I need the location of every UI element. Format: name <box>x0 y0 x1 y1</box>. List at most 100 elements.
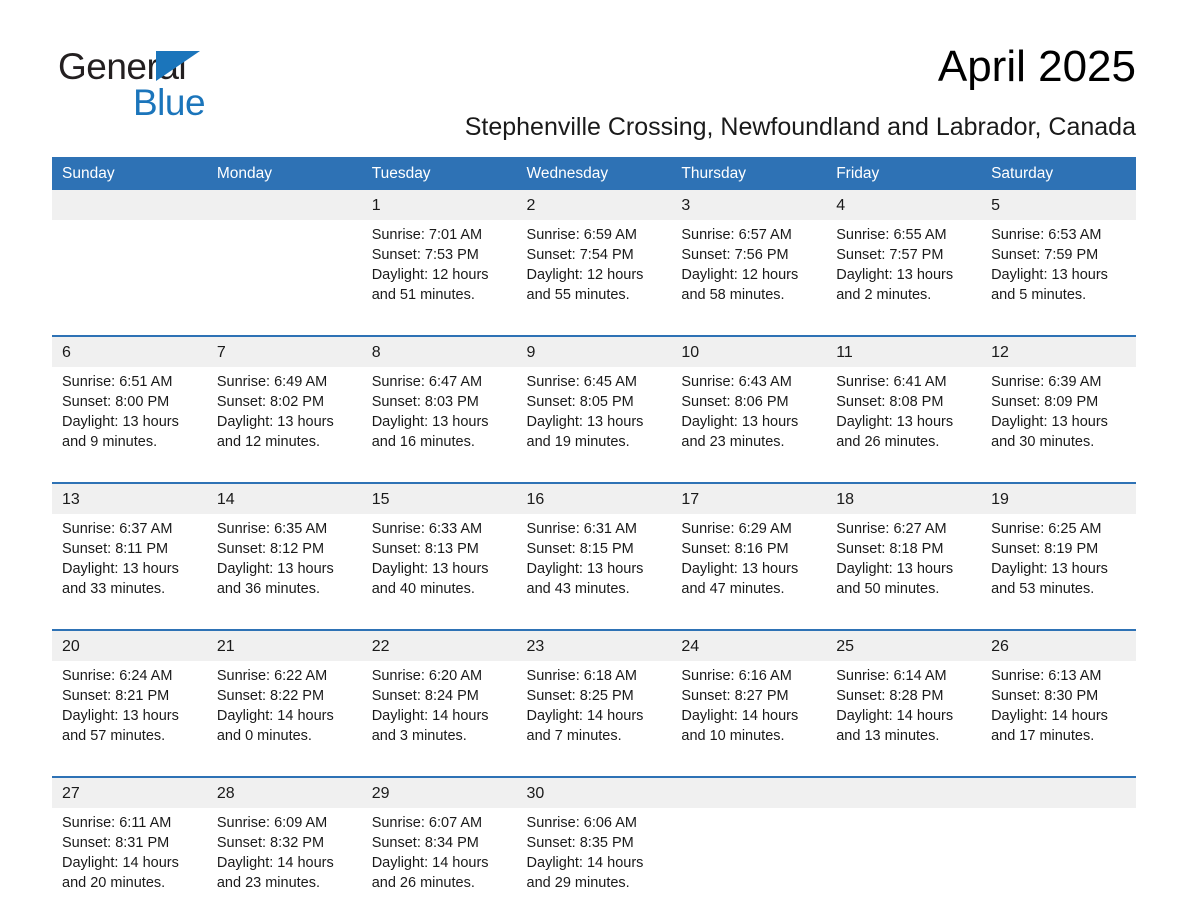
day-number[interactable]: 20 <box>52 629 207 661</box>
day-number[interactable]: 16 <box>516 482 672 514</box>
daylight-text-line2: and 2 minutes. <box>836 287 932 303</box>
day-number[interactable]: 4 <box>826 190 982 220</box>
day-cell[interactable]: Sunrise: 6:20 AM Sunset: 8:24 PM Daylight:… <box>361 661 517 777</box>
daylight-text-line1: Daylight: 13 hours <box>62 561 179 577</box>
day-number[interactable]: 26 <box>981 629 1136 661</box>
sunrise-text: Sunrise: 6:09 AM <box>216 815 328 831</box>
day-cell[interactable]: Sunrise: 6:55 AM Sunset: 7:57 PM Daylight:… <box>826 220 982 336</box>
day-cell[interactable]: Sunrise: 6:25 AM Sunset: 8:19 PM Daylight:… <box>981 514 1136 630</box>
daylight-text-line2: and 19 minutes. <box>526 434 630 450</box>
daylight-text-line1: Daylight: 13 hours <box>836 414 954 430</box>
day-cell-empty <box>826 808 982 923</box>
calendar-page: General Blue April 2025 Stephenville Cro… <box>0 0 1188 923</box>
daylight-text-line1: Daylight: 12 hours <box>371 267 489 283</box>
calendar-body: 1 2 3 4 5 Sunrise: 7:01 AM Sunset: 7:53 PM Dayl… <box>52 190 1136 923</box>
day-number[interactable]: 8 <box>361 335 517 367</box>
day-cell[interactable]: Sunrise: 6:09 AM Sunset: 8:32 PM Daylight:… <box>206 808 362 923</box>
day-cell[interactable]: Sunrise: 6:53 AM Sunset: 7:59 PM Daylight:… <box>981 220 1136 336</box>
sunset-text: Sunset: 8:08 PM <box>836 394 944 410</box>
day-cell[interactable]: Sunrise: 6:13 AM Sunset: 8:30 PM Daylight:… <box>981 661 1136 777</box>
day-number[interactable]: 2 <box>516 190 672 220</box>
day-number[interactable]: 3 <box>671 190 827 220</box>
day-number[interactable]: 1 <box>361 190 517 220</box>
day-number[interactable]: 12 <box>981 335 1136 367</box>
day-cell[interactable]: Sunrise: 6:18 AM Sunset: 8:25 PM Daylight:… <box>516 661 672 777</box>
daylight-text-line2: and 7 minutes. <box>526 728 622 744</box>
sunrise-text: Sunrise: 6:24 AM <box>62 668 173 684</box>
day-cell[interactable]: Sunrise: 6:06 AM Sunset: 8:35 PM Daylight:… <box>516 808 672 923</box>
daylight-text-line1: Daylight: 13 hours <box>371 561 489 577</box>
daylight-text-line1: Daylight: 12 hours <box>681 267 799 283</box>
day-cell[interactable]: Sunrise: 6:33 AM Sunset: 8:13 PM Daylight:… <box>361 514 517 630</box>
day-cell[interactable]: Sunrise: 6:35 AM Sunset: 8:12 PM Daylight:… <box>206 514 362 630</box>
day-number[interactable]: 15 <box>361 482 517 514</box>
day-cell[interactable]: Sunrise: 6:37 AM Sunset: 8:11 PM Daylight:… <box>52 514 207 630</box>
day-number-empty <box>52 190 207 220</box>
location-subtitle: Stephenville Crossing, Newfoundland and … <box>464 113 1136 141</box>
daylight-text-line1: Daylight: 14 hours <box>991 708 1108 724</box>
week-date-row: 20 21 22 23 24 25 26 <box>52 629 1136 661</box>
day-number[interactable]: 5 <box>981 190 1136 220</box>
sunset-text: Sunset: 8:27 PM <box>681 688 789 704</box>
day-cell[interactable]: Sunrise: 6:57 AM Sunset: 7:56 PM Daylight:… <box>671 220 827 336</box>
sunset-text: Sunset: 8:11 PM <box>62 541 169 557</box>
day-cell[interactable]: Sunrise: 6:31 AM Sunset: 8:15 PM Daylight:… <box>516 514 672 630</box>
sunset-text: Sunset: 8:13 PM <box>371 541 479 557</box>
daylight-text-line2: and 50 minutes. <box>836 581 940 597</box>
day-number[interactable]: 23 <box>516 629 672 661</box>
day-cell[interactable]: Sunrise: 6:22 AM Sunset: 8:22 PM Daylight:… <box>206 661 362 777</box>
day-cell[interactable]: Sunrise: 6:24 AM Sunset: 8:21 PM Daylight:… <box>52 661 207 777</box>
daylight-text-line2: and 58 minutes. <box>681 287 785 303</box>
day-number[interactable]: 13 <box>52 482 207 514</box>
day-cell[interactable]: Sunrise: 6:43 AM Sunset: 8:06 PM Daylight:… <box>671 367 827 483</box>
daylight-text-line2: and 0 minutes. <box>216 728 312 744</box>
day-cell[interactable]: Sunrise: 6:27 AM Sunset: 8:18 PM Daylight:… <box>826 514 982 630</box>
daylight-text-line1: Daylight: 13 hours <box>62 414 179 430</box>
day-number[interactable]: 24 <box>671 629 827 661</box>
daylight-text-line2: and 43 minutes. <box>526 581 630 597</box>
daylight-text-line2: and 13 minutes. <box>836 728 940 744</box>
day-cell[interactable]: Sunrise: 6:07 AM Sunset: 8:34 PM Daylight:… <box>361 808 517 923</box>
daylight-text-line2: and 40 minutes. <box>371 581 475 597</box>
sunset-text: Sunset: 7:53 PM <box>371 247 479 263</box>
day-number[interactable]: 27 <box>52 776 207 808</box>
day-number[interactable]: 11 <box>826 335 982 367</box>
day-number[interactable]: 19 <box>981 482 1136 514</box>
day-number[interactable]: 28 <box>206 776 362 808</box>
day-cell[interactable]: Sunrise: 6:45 AM Sunset: 8:05 PM Daylight:… <box>516 367 672 483</box>
day-number[interactable]: 10 <box>671 335 827 367</box>
week-detail-row: Sunrise: 6:24 AM Sunset: 8:21 PM Daylight:… <box>52 661 1136 777</box>
sunset-text: Sunset: 7:54 PM <box>526 247 634 263</box>
day-number[interactable]: 14 <box>206 482 362 514</box>
sunrise-text: Sunrise: 6:13 AM <box>991 668 1102 684</box>
day-number[interactable]: 17 <box>671 482 827 514</box>
sunrise-text: Sunrise: 6:51 AM <box>62 374 173 390</box>
day-cell[interactable]: Sunrise: 6:59 AM Sunset: 7:54 PM Daylight:… <box>516 220 672 336</box>
day-cell[interactable]: Sunrise: 6:47 AM Sunset: 8:03 PM Daylight:… <box>361 367 517 483</box>
day-cell[interactable]: Sunrise: 6:14 AM Sunset: 8:28 PM Daylight:… <box>826 661 982 777</box>
day-number[interactable]: 7 <box>206 335 362 367</box>
sunrise-text: Sunrise: 6:18 AM <box>526 668 637 684</box>
day-cell[interactable]: Sunrise: 6:49 AM Sunset: 8:02 PM Daylight:… <box>206 367 362 483</box>
day-cell[interactable]: Sunrise: 6:51 AM Sunset: 8:00 PM Daylight:… <box>52 367 207 483</box>
day-number[interactable]: 25 <box>826 629 982 661</box>
day-cell[interactable]: Sunrise: 6:16 AM Sunset: 8:27 PM Daylight:… <box>671 661 827 777</box>
day-number[interactable]: 30 <box>516 776 672 808</box>
day-number[interactable]: 18 <box>826 482 982 514</box>
sunrise-text: Sunrise: 6:53 AM <box>991 227 1102 243</box>
sunrise-text: Sunrise: 6:31 AM <box>526 521 637 537</box>
day-number[interactable]: 29 <box>361 776 517 808</box>
sunrise-text: Sunrise: 6:16 AM <box>681 668 792 684</box>
day-number[interactable]: 22 <box>361 629 517 661</box>
day-cell[interactable]: Sunrise: 6:11 AM Sunset: 8:31 PM Daylight:… <box>52 808 207 923</box>
day-number[interactable]: 21 <box>206 629 362 661</box>
weekday-header-tuesday: Tuesday <box>361 157 517 190</box>
day-number[interactable]: 9 <box>516 335 672 367</box>
day-cell[interactable]: Sunrise: 6:39 AM Sunset: 8:09 PM Daylight:… <box>981 367 1136 483</box>
sunset-text: Sunset: 8:24 PM <box>371 688 479 704</box>
day-cell[interactable]: Sunrise: 7:01 AM Sunset: 7:53 PM Daylight:… <box>361 220 517 336</box>
daylight-text-line1: Daylight: 13 hours <box>836 267 954 283</box>
day-number[interactable]: 6 <box>52 335 207 367</box>
day-cell[interactable]: Sunrise: 6:41 AM Sunset: 8:08 PM Daylight:… <box>826 367 982 483</box>
day-cell[interactable]: Sunrise: 6:29 AM Sunset: 8:16 PM Daylight:… <box>671 514 827 630</box>
